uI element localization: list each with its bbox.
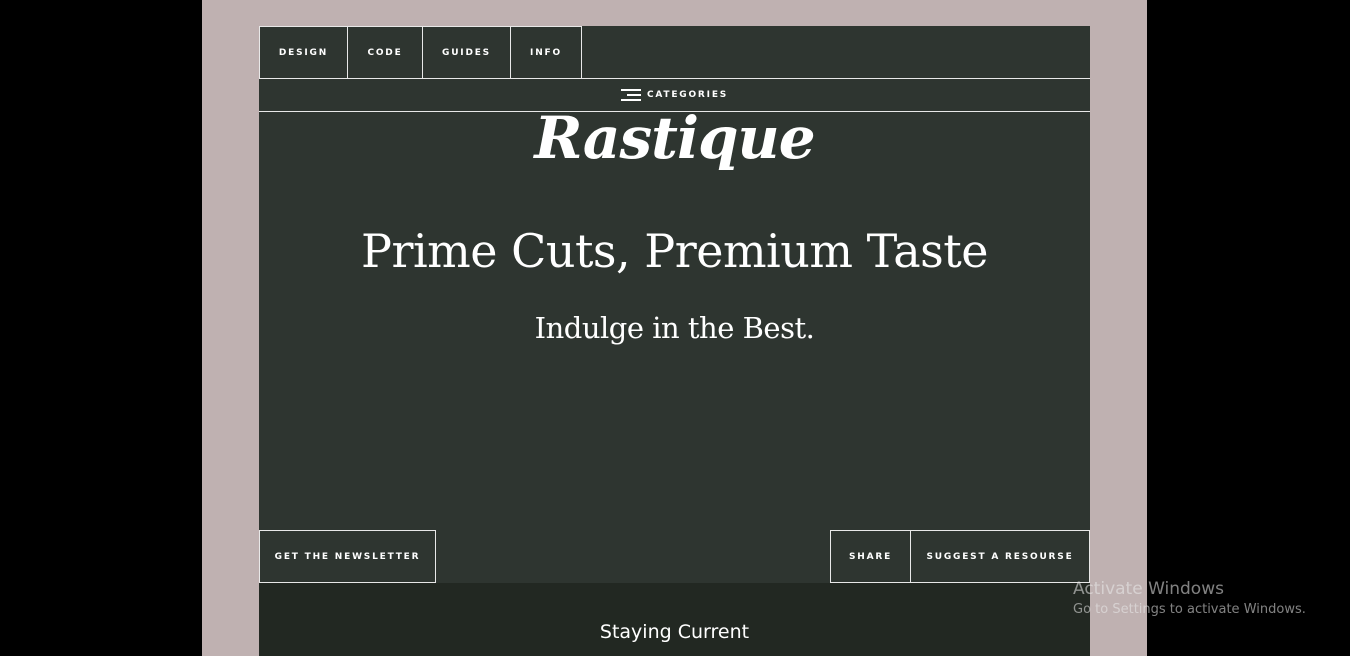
nav-item-code[interactable]: CODE bbox=[347, 26, 423, 79]
staying-current-section: Staying Current bbox=[259, 583, 1090, 656]
share-button[interactable]: SHARE bbox=[830, 530, 911, 583]
site-logo[interactable]: Rastique bbox=[259, 104, 1090, 172]
watermark-title: Activate Windows bbox=[1073, 579, 1224, 599]
hero-subheadline: Indulge in the Best. bbox=[534, 311, 815, 345]
hamburger-menu-icon bbox=[620, 89, 641, 101]
nav-item-design[interactable]: DESIGN bbox=[259, 26, 348, 79]
nav-item-guides[interactable]: GUIDES bbox=[422, 26, 511, 79]
categories-label: CATEGORIES bbox=[646, 90, 729, 100]
section-title: Staying Current bbox=[599, 621, 750, 643]
newsletter-button[interactable]: GET THE NEWSLETTER bbox=[259, 530, 436, 583]
watermark-subtitle: Go to Settings to activate Windows. bbox=[1073, 602, 1306, 617]
suggest-resource-button[interactable]: SUGGEST A RESOURSE bbox=[910, 530, 1090, 583]
nav-item-info[interactable]: INFO bbox=[510, 26, 582, 79]
top-navigation: DESIGN CODE GUIDES INFO bbox=[259, 26, 1090, 79]
hero-headline: Prime Cuts, Premium Taste bbox=[361, 224, 989, 278]
site-container: DESIGN CODE GUIDES INFO CATEGORIES Rasti… bbox=[259, 26, 1090, 656]
windows-activation-watermark: Activate Windows Go to Settings to activ… bbox=[1073, 578, 1306, 619]
